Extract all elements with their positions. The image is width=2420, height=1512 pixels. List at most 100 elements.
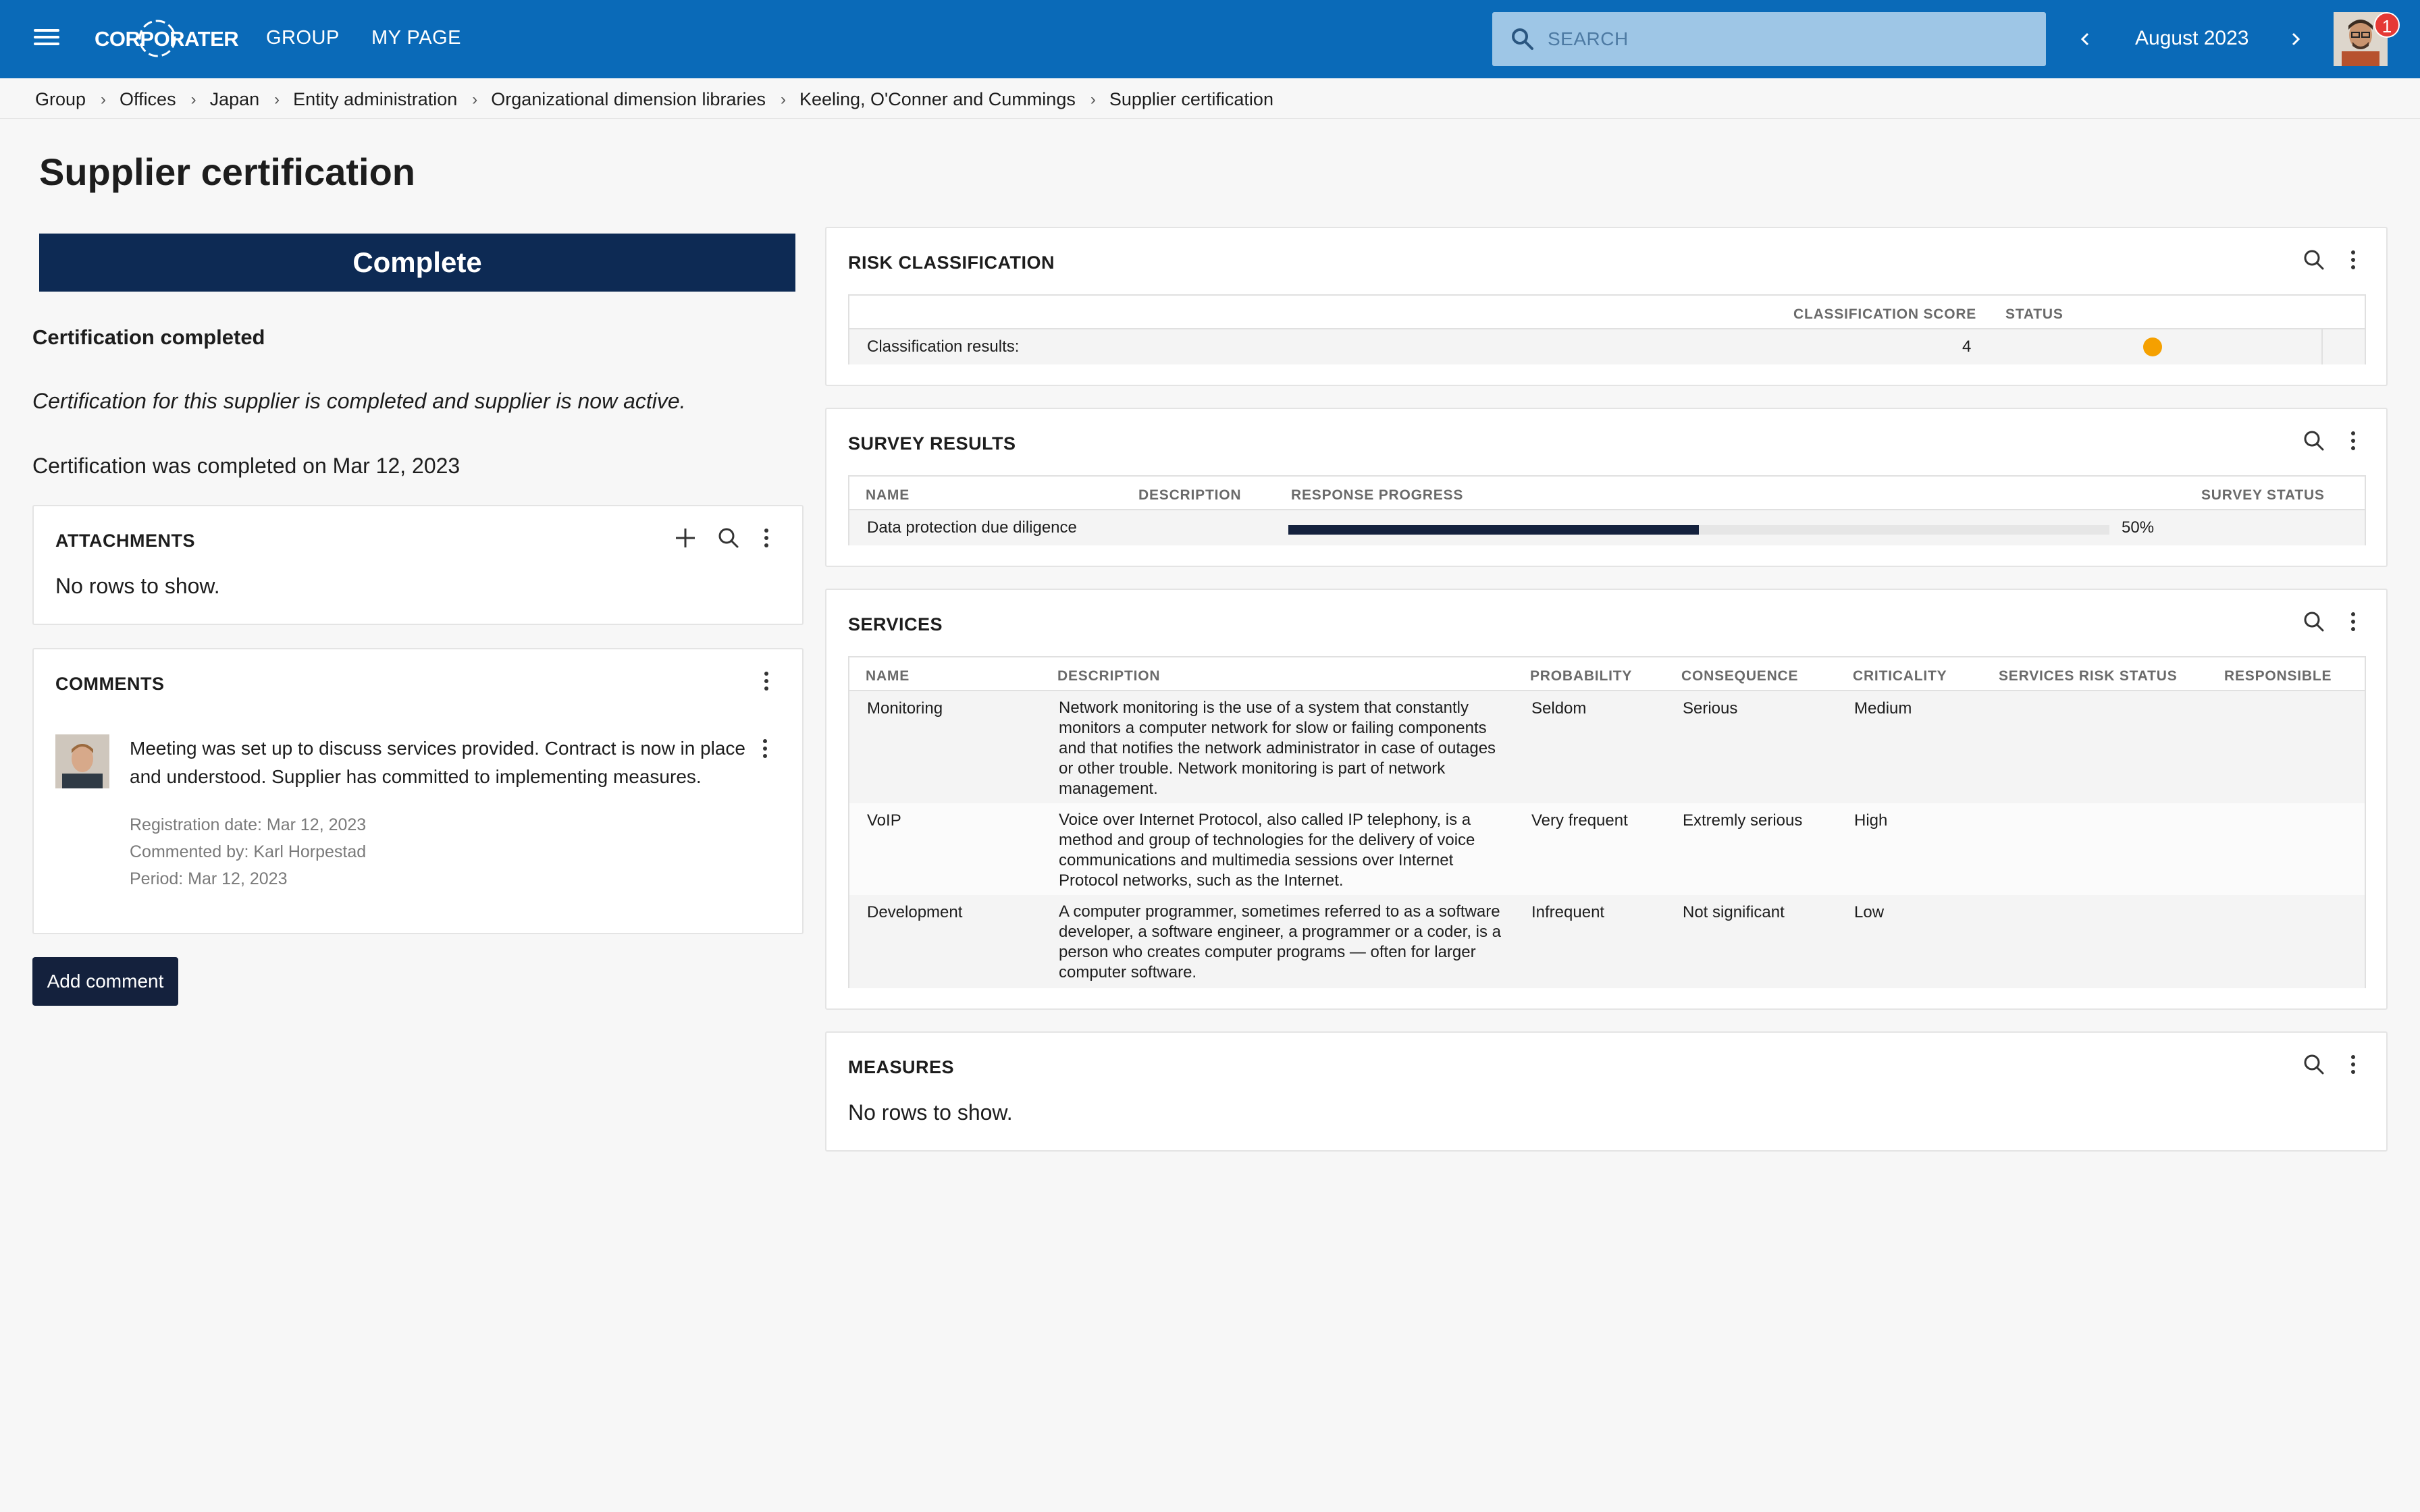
more-vert-icon[interactable] [2348, 610, 2358, 637]
more-vert-icon[interactable] [2348, 248, 2358, 275]
table-row[interactable]: Monitoring Network monitoring is the use… [849, 691, 2365, 803]
service-consequence: Extremly serious [1683, 811, 1803, 830]
measures-title: MEASURES [848, 1057, 955, 1077]
column-header-criticality[interactable]: CRITICALITY [1853, 668, 1947, 684]
more-vert-icon[interactable] [762, 670, 771, 696]
response-progress-label: 50% [2122, 518, 2155, 537]
breadcrumb-group[interactable]: Group [35, 89, 86, 110]
more-vert-icon[interactable] [2348, 1053, 2358, 1079]
column-header-classification-score[interactable]: CLASSIFICATION SCORE [1793, 306, 1976, 323]
corporater-logo[interactable]: CORPORATER [95, 18, 239, 59]
response-progress-bar [1288, 525, 2109, 535]
service-description: A computer programmer, sometimes referre… [1059, 902, 1502, 981]
more-vert-icon[interactable] [2348, 429, 2358, 456]
breadcrumb-separator-icon: › [780, 90, 786, 109]
breadcrumb-current: Supplier certification [1109, 89, 1273, 109]
column-header-description[interactable]: DESCRIPTION [1057, 668, 1160, 684]
breadcrumb-offices[interactable]: Offices [120, 89, 176, 110]
certification-message: Certification for this supplier is compl… [32, 389, 686, 413]
service-description: Network monitoring is the use of a syste… [1059, 699, 1496, 798]
risk-classification-table: CLASSIFICATION SCORE STATUS Classificati… [848, 294, 2366, 364]
comments-card: COMMENTS Meeting was set up to discuss s… [32, 648, 804, 934]
comment-author: Commented by: Karl Horpestad [130, 842, 367, 861]
search-icon[interactable] [2303, 429, 2325, 456]
more-vert-icon[interactable] [762, 526, 771, 553]
service-probability: Seldom [1531, 699, 1587, 718]
services-title: SERVICES [848, 614, 943, 634]
attachments-empty-text: No rows to show. [55, 574, 220, 598]
search-icon[interactable] [2303, 248, 2325, 275]
breadcrumb-supplier[interactable]: Keeling, O'Conner and Cummings [799, 89, 1076, 110]
table-row[interactable]: Classification results: 4 [849, 329, 2365, 364]
services-card: SERVICES NAME DESCRIPTION PROBABILITY CO… [825, 589, 2388, 1010]
table-row[interactable]: VoIP Voice over Internet Protocol, also … [849, 803, 2365, 895]
period-prev-button[interactable] [2077, 27, 2093, 55]
period-selector[interactable]: August 2023 [2135, 27, 2248, 50]
column-header-responsible[interactable]: RESPONSIBLE [2224, 668, 2332, 684]
column-header-survey-status[interactable]: SURVEY STATUS [2201, 487, 2325, 504]
survey-results-title: SURVEY RESULTS [848, 433, 1016, 454]
search-icon[interactable] [717, 526, 740, 553]
table-header: NAME DESCRIPTION PROBABILITY CONSEQUENCE… [849, 657, 2365, 691]
risk-classification-title: RISK CLASSIFICATION [848, 252, 1055, 273]
service-consequence: Serious [1683, 699, 1738, 718]
column-header-name[interactable]: NAME [866, 487, 910, 504]
survey-results-table: NAME DESCRIPTION RESPONSE PROGRESS SURVE… [848, 475, 2366, 545]
search-box[interactable] [1492, 12, 2046, 66]
add-comment-button[interactable]: Add comment [32, 957, 178, 1006]
breadcrumb-separator-icon: › [274, 90, 280, 109]
add-icon[interactable] [674, 526, 697, 553]
service-criticality: High [1854, 811, 1888, 830]
chevron-left-icon [2080, 32, 2089, 46]
column-header-status[interactable]: STATUS [2005, 306, 2063, 323]
breadcrumb-separator-icon: › [101, 90, 107, 109]
comment-period: Period: Mar 12, 2023 [130, 869, 288, 888]
services-table: NAME DESCRIPTION PROBABILITY CONSEQUENCE… [848, 656, 2366, 988]
certification-date: Certification was completed on Mar 12, 2… [32, 454, 461, 478]
column-header-response-progress[interactable]: RESPONSE PROGRESS [1291, 487, 1463, 504]
column-header-description[interactable]: DESCRIPTION [1138, 487, 1241, 504]
attachments-card: ATTACHMENTS No rows to show. [32, 505, 804, 625]
response-progress-fill [1288, 525, 1699, 535]
column-header-consequence[interactable]: CONSEQUENCE [1681, 668, 1798, 684]
menu-icon[interactable] [31, 26, 62, 53]
page-title: Supplier certification [39, 151, 415, 193]
notification-badge[interactable]: 1 [2374, 12, 2400, 38]
breadcrumb-japan[interactable]: Japan [210, 89, 260, 110]
comment-more-vert-icon[interactable] [760, 737, 770, 763]
comment-author-avatar [55, 734, 109, 788]
table-row[interactable]: Development A computer programmer, somet… [849, 895, 2365, 988]
classification-score: 4 [1962, 338, 1972, 356]
breadcrumb: Group › Offices › Japan › Entity adminis… [0, 78, 2420, 119]
service-name: VoIP [867, 811, 901, 830]
service-name: Development [867, 903, 963, 921]
measures-empty-text: No rows to show. [848, 1100, 1013, 1125]
breadcrumb-entity-administration[interactable]: Entity administration [293, 89, 457, 110]
measures-card: MEASURES No rows to show. [825, 1031, 2388, 1152]
service-description: Voice over Internet Protocol, also calle… [1059, 811, 1475, 890]
service-criticality: Low [1854, 903, 1885, 921]
logo-text: CORPORATER [95, 27, 239, 51]
search-icon[interactable] [2303, 1053, 2325, 1079]
column-header-probability[interactable]: PROBABILITY [1530, 668, 1632, 684]
nav-my-page[interactable]: MY PAGE [371, 27, 461, 49]
column-header-name[interactable]: NAME [866, 668, 910, 684]
survey-results-card: SURVEY RESULTS NAME DESCRIPTION RESPONSE… [825, 408, 2388, 567]
table-row[interactable]: Data protection due diligence 50% [849, 510, 2365, 545]
breadcrumb-organizational-dimension-libraries[interactable]: Organizational dimension libraries [491, 89, 766, 110]
period-next-button[interactable] [2288, 27, 2304, 55]
search-icon [1512, 28, 1533, 50]
comments-title: COMMENTS [55, 674, 165, 694]
service-name: Monitoring [867, 699, 943, 718]
service-probability: Infrequent [1531, 903, 1605, 921]
breadcrumb-separator-icon: › [472, 90, 478, 109]
search-icon[interactable] [2303, 610, 2325, 637]
top-bar: CORPORATER GROUP MY PAGE August 2023 1 [0, 0, 2420, 78]
service-probability: Very frequent [1531, 811, 1628, 830]
search-input[interactable] [1548, 12, 2034, 66]
column-header-services-risk-status[interactable]: SERVICES RISK STATUS [1999, 668, 2178, 684]
certification-heading: Certification completed [32, 325, 265, 349]
nav-group[interactable]: GROUP [266, 27, 340, 49]
comment-registration-date: Registration date: Mar 12, 2023 [130, 815, 367, 834]
comment-text: Meeting was set up to discuss services p… [130, 738, 745, 787]
